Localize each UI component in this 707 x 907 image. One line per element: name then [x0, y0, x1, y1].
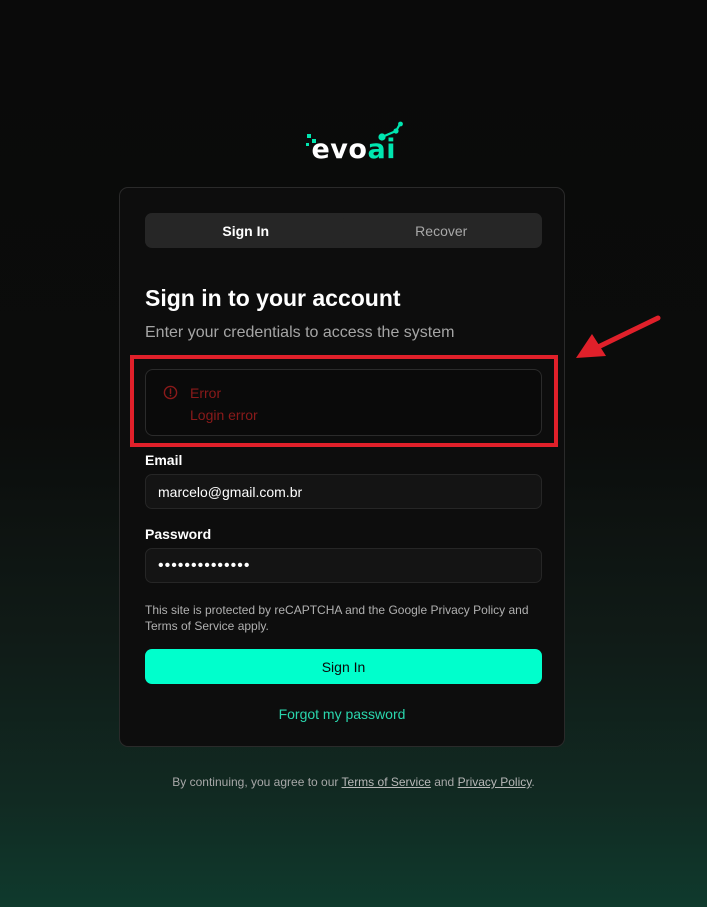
terms-of-service-link[interactable]: Terms of Service — [342, 775, 431, 789]
password-field[interactable] — [145, 548, 542, 583]
error-message: Login error — [190, 407, 258, 423]
footer-prefix: By continuing, you agree to our — [172, 775, 342, 789]
privacy-policy-link[interactable]: Privacy Policy — [458, 775, 532, 789]
password-label: Password — [145, 526, 212, 542]
footer-and: and — [430, 775, 458, 789]
email-label: Email — [145, 452, 183, 468]
brand-logo: evoai — [0, 120, 707, 170]
alert-circle-icon — [163, 385, 178, 400]
error-title: Error — [190, 385, 222, 401]
page-subtitle: Enter your credentials to access the sys… — [145, 324, 455, 341]
recaptcha-notice: This site is protected by reCAPTCHA and … — [145, 603, 529, 633]
tab-recover[interactable]: Recover — [344, 216, 540, 245]
tab-sign-in[interactable]: Sign In — [148, 216, 344, 245]
forgot-password-link[interactable]: Forgot my password — [120, 706, 564, 722]
footer-consent: By continuing, you agree to our Terms of… — [0, 775, 707, 789]
page-title: Sign in to your account — [145, 285, 401, 311]
sign-in-button[interactable]: Sign In — [145, 649, 542, 684]
login-card: Sign In Recover Sign in to your account … — [119, 187, 565, 747]
email-field[interactable] — [145, 474, 542, 509]
logo-text-main: evo — [311, 134, 368, 165]
annotation-arrow-icon — [576, 315, 661, 358]
logo-text: evoai — [312, 134, 396, 165]
auth-tabs: Sign In Recover — [145, 213, 542, 248]
logo-text-accent: ai — [367, 134, 396, 165]
footer-suffix: . — [531, 775, 535, 789]
error-alert: Error Login error — [145, 369, 542, 436]
